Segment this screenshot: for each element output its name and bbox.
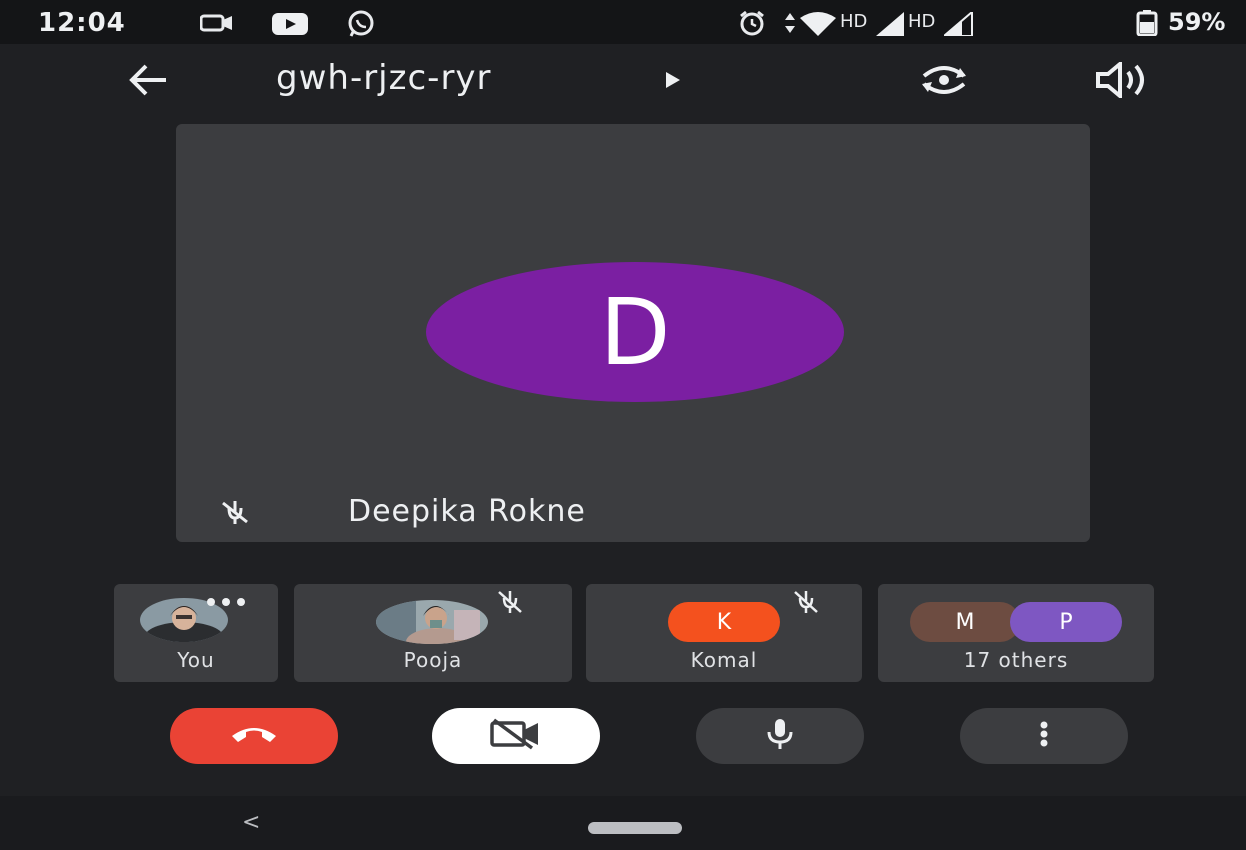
speaker-icon[interactable] bbox=[1094, 59, 1150, 101]
system-navigation-bar: < bbox=[0, 796, 1246, 850]
camera-off-icon bbox=[490, 718, 542, 754]
participant-tile-pooja[interactable]: Pooja bbox=[294, 584, 572, 682]
whatsapp-icon bbox=[346, 10, 376, 42]
mic-off-icon bbox=[792, 588, 820, 620]
battery-percent: 59% bbox=[1168, 8, 1226, 36]
hd-label: HD bbox=[908, 11, 936, 32]
end-call-button[interactable] bbox=[170, 708, 338, 764]
back-arrow-icon[interactable] bbox=[126, 60, 170, 100]
nav-home-pill[interactable] bbox=[588, 822, 682, 834]
meeting-code[interactable]: gwh-rjzc-ryr bbox=[276, 58, 492, 98]
mic-off-icon bbox=[220, 498, 250, 530]
participant-label: 17 others bbox=[963, 648, 1069, 672]
participant-tile-you[interactable]: You bbox=[114, 584, 278, 682]
participant-name: Deepika Rokne bbox=[348, 494, 586, 529]
wifi-icon bbox=[800, 12, 836, 40]
participant-label: Pooja bbox=[403, 648, 463, 672]
battery-icon bbox=[1136, 10, 1158, 40]
status-bar: 12:04 HD HD 59% bbox=[0, 0, 1246, 44]
participant-label: Komal bbox=[690, 648, 758, 672]
avatar: K bbox=[668, 602, 780, 642]
avatar bbox=[376, 600, 488, 644]
signal-icon bbox=[876, 12, 904, 40]
youtube-icon bbox=[272, 13, 308, 39]
microphone-toggle-button[interactable] bbox=[696, 708, 864, 764]
camera-toggle-button[interactable] bbox=[432, 708, 600, 764]
participant-tile-others[interactable]: M P 17 others bbox=[878, 584, 1154, 682]
end-call-icon bbox=[230, 724, 278, 748]
alarm-icon bbox=[738, 10, 766, 40]
more-horiz-icon[interactable] bbox=[206, 592, 246, 611]
play-arrow-icon[interactable] bbox=[666, 72, 680, 92]
video-recorder-icon bbox=[199, 14, 234, 36]
signal-icon bbox=[941, 9, 974, 40]
more-vert-icon bbox=[1040, 721, 1048, 751]
main-participant-tile[interactable]: D Deepika Rokne bbox=[176, 124, 1090, 542]
nav-back-button[interactable]: < bbox=[242, 810, 260, 835]
main-avatar: D bbox=[426, 262, 844, 402]
more-options-button[interactable] bbox=[960, 708, 1128, 764]
avatar: M bbox=[910, 602, 1020, 642]
status-time: 12:04 bbox=[38, 8, 126, 38]
avatar: P bbox=[1010, 602, 1122, 642]
top-bar: gwh-rjzc-ryr bbox=[0, 44, 1246, 120]
microphone-icon bbox=[766, 718, 794, 754]
switch-camera-icon[interactable] bbox=[916, 60, 972, 100]
participant-label: You bbox=[177, 648, 215, 672]
participant-tile-komal[interactable]: K Komal bbox=[586, 584, 862, 682]
mic-off-icon bbox=[496, 588, 524, 620]
data-arrows-icon bbox=[784, 12, 796, 38]
hd-label: HD bbox=[840, 11, 868, 32]
